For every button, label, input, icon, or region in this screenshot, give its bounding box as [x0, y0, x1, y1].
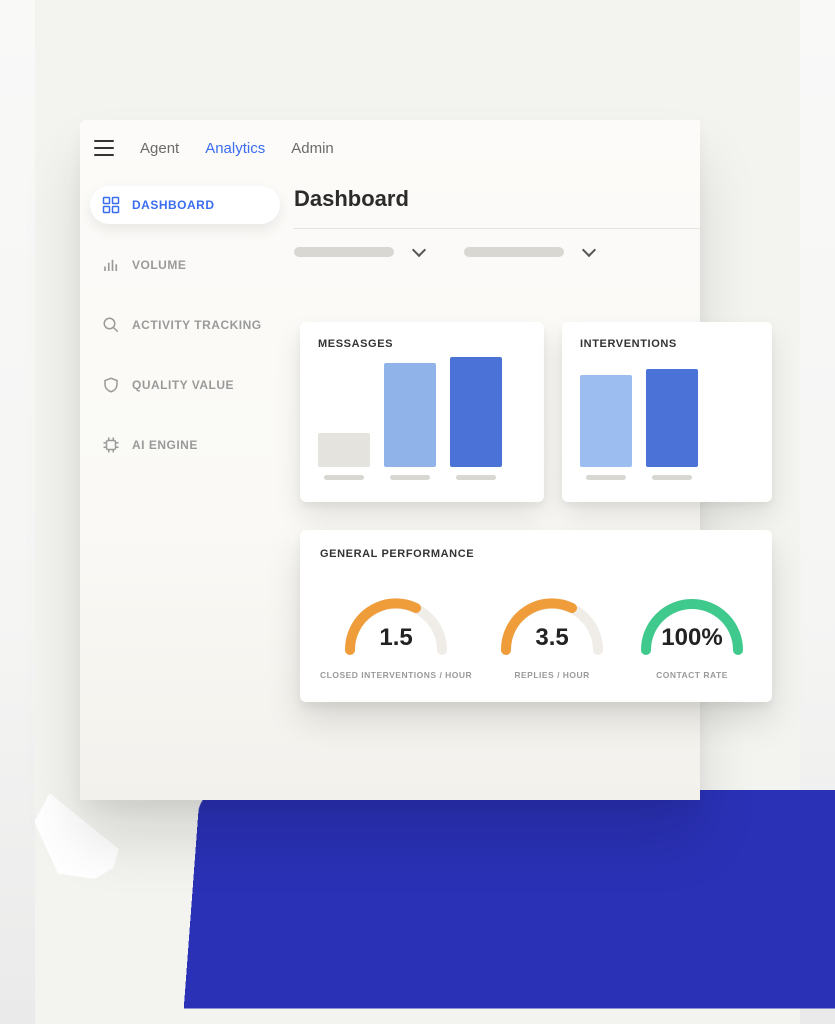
bars-icon: [102, 256, 120, 274]
menu-icon[interactable]: [94, 140, 114, 156]
bar: [450, 357, 502, 467]
card-title: MESSASGES: [318, 338, 526, 350]
tab-admin[interactable]: Admin: [291, 140, 334, 157]
bar: [318, 433, 370, 467]
gauge-replies: 3.5 REPLIES / HOUR: [492, 578, 612, 680]
bar: [646, 369, 698, 467]
sidebar-item-activity-tracking[interactable]: ACTIVITY TRACKING: [90, 306, 280, 344]
sidebar-item-dashboard[interactable]: DASHBOARD: [90, 186, 280, 224]
gauge-chart: 3.5: [492, 578, 612, 656]
sidebar-item-label: VOLUME: [132, 258, 186, 272]
topbar: Agent Analytics Admin: [80, 120, 700, 176]
tab-analytics[interactable]: Analytics: [205, 140, 265, 157]
page-title: Dashboard: [294, 186, 700, 228]
gauge-chart: 100%: [632, 578, 752, 656]
bar: [580, 375, 632, 467]
gauge-value: 100%: [632, 624, 752, 652]
bar-label: [324, 475, 364, 480]
search-icon: [102, 316, 120, 334]
interventions-bar-chart: [580, 366, 754, 480]
tab-agent[interactable]: Agent: [140, 140, 179, 157]
card-messages: MESSASGES: [300, 322, 544, 502]
card-title: GENERAL PERFORMANCE: [320, 548, 752, 560]
gauge-row: 1.5 CLOSED INTERVENTIONS / HOUR 3.5 REPL…: [320, 578, 752, 680]
bar-item: [580, 375, 632, 480]
scene-carpet: [184, 790, 835, 1009]
sidebar-item-quality-value[interactable]: QUALITY VALUE: [90, 366, 280, 404]
filter-dropdown-2[interactable]: [464, 247, 594, 257]
bar-label: [652, 475, 692, 480]
card-interventions: INTERVENTIONS: [562, 322, 772, 502]
gauge-contact-rate: 100% CONTACT RATE: [632, 578, 752, 680]
filter-dropdown-1[interactable]: [294, 247, 424, 257]
card-general-performance: GENERAL PERFORMANCE 1.5 CLOSED INTERVENT…: [300, 530, 772, 702]
chip-icon: [102, 436, 120, 454]
gauge-closed-interventions: 1.5 CLOSED INTERVENTIONS / HOUR: [320, 578, 472, 680]
bar: [384, 363, 436, 467]
sidebar-item-label: DASHBOARD: [132, 198, 215, 212]
card-title: INTERVENTIONS: [580, 338, 754, 350]
bar-label: [456, 475, 496, 480]
sidebar-item-label: ACTIVITY TRACKING: [132, 318, 262, 332]
filter-placeholder: [294, 247, 394, 257]
gauge-chart: 1.5: [336, 578, 456, 656]
bar-item: [384, 363, 436, 480]
chevron-down-icon: [582, 243, 596, 257]
sidebar-item-label: QUALITY VALUE: [132, 378, 234, 392]
filter-row: [294, 247, 700, 277]
gauge-value: 1.5: [336, 624, 456, 652]
bar-item: [318, 433, 370, 480]
filter-placeholder: [464, 247, 564, 257]
shield-icon: [102, 376, 120, 394]
metric-cards-row: MESSASGES INTERVENTIONS: [300, 322, 772, 502]
bar-label: [586, 475, 626, 480]
bar-label: [390, 475, 430, 480]
gauge-value: 3.5: [492, 624, 612, 652]
chevron-down-icon: [412, 243, 426, 257]
messages-bar-chart: [318, 366, 526, 480]
sidebar: DASHBOARD VOLUME ACTIVITY TRACKING QUALI…: [80, 176, 290, 800]
grid-icon: [102, 196, 120, 214]
sidebar-item-ai-engine[interactable]: AI ENGINE: [90, 426, 280, 464]
sidebar-item-label: AI ENGINE: [132, 438, 198, 452]
sidebar-item-volume[interactable]: VOLUME: [90, 246, 280, 284]
bar-item: [450, 357, 502, 480]
divider: [294, 228, 700, 229]
bar-item: [646, 369, 698, 480]
